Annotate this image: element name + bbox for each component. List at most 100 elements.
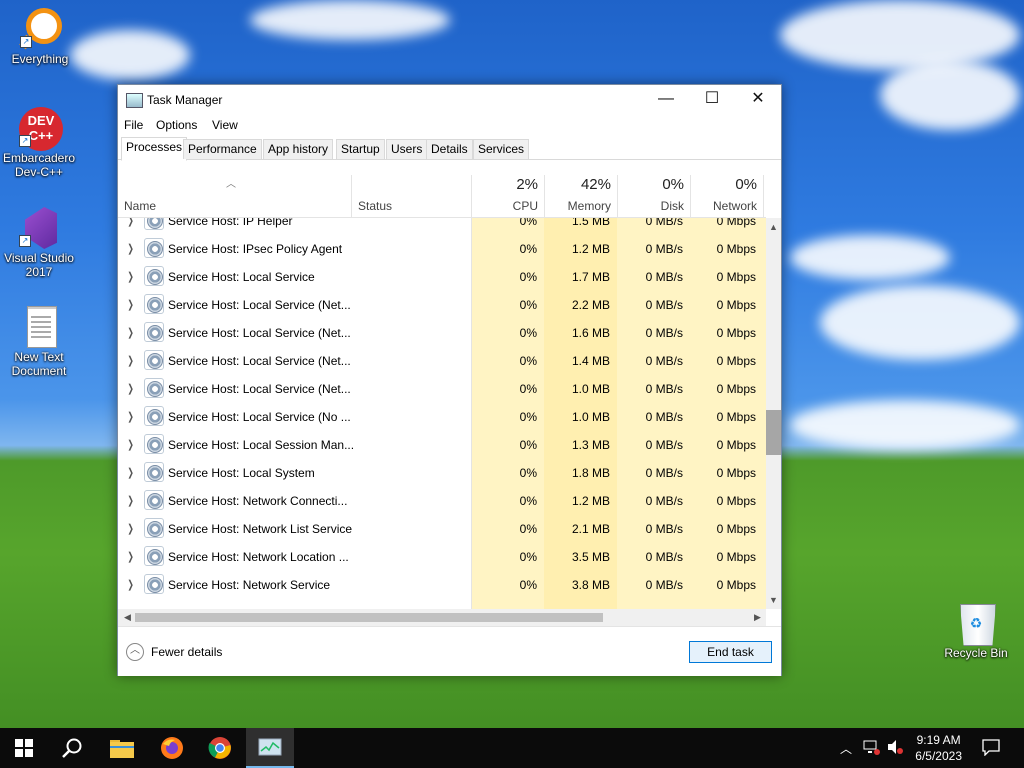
process-disk: 0 MB/s (645, 466, 683, 480)
process-cpu: 0% (519, 438, 537, 452)
tab-app-history[interactable]: App history (263, 139, 334, 159)
end-task-button[interactable]: End task (689, 641, 772, 663)
chevron-right-icon[interactable]: ❯ (127, 438, 133, 451)
chevron-right-icon[interactable]: ❯ (127, 494, 133, 507)
process-memory: 1.2 MB (571, 494, 610, 508)
taskbar-chrome[interactable] (196, 728, 244, 768)
start-icon (15, 739, 33, 757)
chevron-right-icon[interactable]: ❯ (127, 550, 133, 563)
table-row[interactable]: ❯ Service Host: Network Connecti... 0% 1.2 … (118, 488, 766, 516)
title-bar[interactable]: Task Manager — ☐ ✕ (118, 85, 781, 115)
network-icon[interactable] (862, 739, 880, 758)
process-network: 0 Mbps (716, 466, 756, 480)
process-memory: 1.3 MB (571, 438, 610, 452)
process-cpu: 0% (519, 242, 537, 256)
column-power[interactable]: P (763, 175, 767, 217)
service-gear-icon (144, 218, 164, 230)
chevron-right-icon[interactable]: ❯ (127, 326, 133, 339)
table-row[interactable]: ❯ Service Host: Local Service (Net... 0% 1.… (118, 348, 766, 376)
process-cpu: 0% (519, 382, 537, 396)
horizontal-scroll-thumb[interactable] (135, 613, 603, 622)
tab-startup[interactable]: Startup (336, 139, 385, 159)
desktop-icon-devcpp[interactable]: DEV C++ ↗ Embarcadero Dev-C++ (1, 107, 77, 179)
chevron-right-icon[interactable]: ❯ (127, 354, 133, 367)
table-row[interactable]: ❯ Service Host: Network Location ... 0% 3.5… (118, 544, 766, 572)
table-row[interactable]: ❯ Service Host: Network Service 0% 3.8 MB 0 … (118, 572, 766, 600)
system-clock[interactable]: 9:19 AM 6/5/2023 (915, 732, 962, 764)
desktop-icon-visual-studio[interactable]: ↗ Visual Studio 2017 (1, 207, 77, 279)
window-title: Task Manager (147, 93, 223, 107)
table-row[interactable]: ❯ Service Host: Network List Service 0% 2.1… (118, 516, 766, 544)
column-status[interactable]: Status (351, 175, 472, 217)
scroll-down-icon[interactable]: ▼ (766, 595, 781, 605)
tab-services[interactable]: Services (473, 139, 530, 159)
service-gear-icon (144, 490, 164, 510)
chevron-right-icon[interactable]: ❯ (127, 522, 133, 535)
close-button[interactable]: ✕ (735, 85, 781, 115)
tab-details[interactable]: Details (426, 139, 473, 159)
column-cpu[interactable]: 2% CPU (471, 175, 545, 217)
service-gear-icon (144, 238, 164, 258)
service-gear-icon (144, 574, 164, 594)
taskbar-task-manager[interactable] (246, 728, 294, 768)
desktop-icon-new-text-document[interactable]: New Text Document (1, 306, 77, 378)
desktop-icon-everything[interactable]: ↗ Everything (2, 8, 78, 66)
chevron-right-icon[interactable]: ❯ (127, 382, 133, 395)
process-disk: 0 MB/s (645, 354, 683, 368)
chevron-up-circle-icon[interactable]: ︿ (126, 643, 144, 661)
process-cpu: 0% (519, 298, 537, 312)
minimize-button[interactable]: — (643, 85, 689, 115)
scroll-right-icon[interactable]: ▶ (750, 612, 765, 623)
table-row[interactable]: ❯ Service Host: Local Service (Net... 0% 1.… (118, 320, 766, 348)
taskbar-firefox[interactable] (148, 728, 196, 768)
process-disk: 0 MB/s (645, 270, 683, 284)
chevron-up-icon[interactable]: ︿ (840, 740, 852, 757)
tab-performance[interactable]: Performance (183, 139, 262, 159)
column-network[interactable]: 0% Network (690, 175, 764, 217)
table-row[interactable]: ❯ Service Host: Local Service (Net... 0% 1.… (118, 376, 766, 404)
taskbar-file-explorer[interactable] (98, 728, 146, 768)
menu-bar: File Options View (118, 115, 781, 135)
tab-processes[interactable]: Processes (121, 137, 188, 161)
process-disk: 0 MB/s (645, 550, 683, 564)
desktop-icon-recycle-bin[interactable]: ♻ Recycle Bin (936, 602, 1016, 660)
table-row[interactable]: ❯ Service Host: IP Helper 0% 1.5 MB 0 MB/s 0 … (118, 218, 766, 236)
chevron-right-icon[interactable]: ❯ (127, 218, 133, 227)
notifications-icon[interactable] (982, 738, 1000, 759)
chevron-right-icon[interactable]: ❯ (127, 270, 133, 283)
horizontal-scrollbar[interactable]: ◀ ▶ (118, 609, 766, 626)
chevron-right-icon[interactable]: ❯ (127, 578, 133, 591)
table-row[interactable]: ❯ Service Host: Local Service (No ... 0% 1.… (118, 404, 766, 432)
chevron-right-icon[interactable]: ❯ (127, 410, 133, 423)
process-disk: 0 MB/s (645, 438, 683, 452)
maximize-button[interactable]: ☐ (689, 85, 735, 115)
menu-file[interactable]: File (124, 118, 143, 132)
menu-options[interactable]: Options (156, 118, 197, 132)
vertical-scrollbar[interactable]: ▲ ▼ (766, 218, 781, 609)
table-row[interactable]: ❯ Service Host: Local Session Man... 0% 1.3… (118, 432, 766, 460)
process-memory: 1.0 MB (571, 382, 610, 396)
table-row[interactable]: ❯ Service Host: Local Service (Net... 0% 2.… (118, 292, 766, 320)
process-memory: 1.2 MB (571, 242, 610, 256)
volume-muted-icon[interactable] (886, 739, 904, 758)
process-name: Service Host: Local Service (Net... (168, 354, 351, 368)
tab-users[interactable]: Users (386, 139, 428, 159)
table-row[interactable]: ❯ Service Host: Local System 0% 1.8 MB 0 MB/… (118, 460, 766, 488)
scroll-left-icon[interactable]: ◀ (120, 612, 135, 623)
column-memory[interactable]: 42% Memory (544, 175, 618, 217)
scroll-up-icon[interactable]: ▲ (766, 222, 781, 232)
menu-view[interactable]: View (212, 118, 238, 132)
start-button[interactable] (0, 728, 48, 768)
clock-time: 9:19 AM (916, 733, 961, 747)
chevron-right-icon[interactable]: ❯ (127, 466, 133, 479)
chevron-right-icon[interactable]: ❯ (127, 242, 133, 255)
vertical-scroll-thumb[interactable] (766, 410, 781, 455)
process-disk: 0 MB/s (645, 578, 683, 592)
table-row[interactable]: ❯ Service Host: IPsec Policy Agent 0% 1.2 M… (118, 236, 766, 264)
chevron-right-icon[interactable]: ❯ (127, 298, 133, 311)
column-name[interactable]: Name (118, 175, 351, 217)
fewer-details-link[interactable]: Fewer details (151, 645, 222, 659)
table-row[interactable]: ❯ Service Host: Local Service 0% 1.7 MB 0 MB… (118, 264, 766, 292)
column-disk[interactable]: 0% Disk (617, 175, 691, 217)
search-button[interactable] (48, 728, 96, 768)
